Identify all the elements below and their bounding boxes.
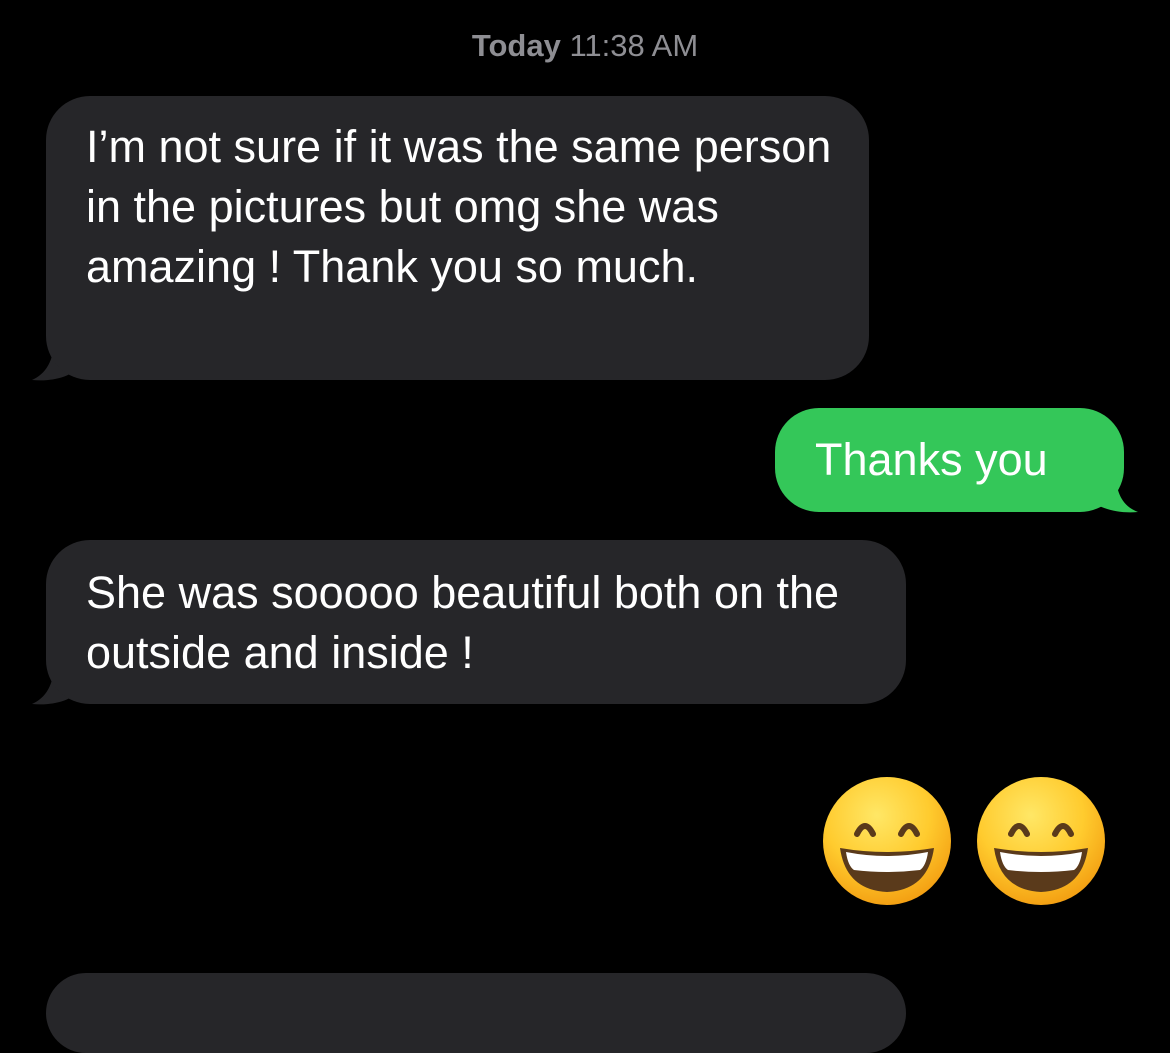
timestamp-time: 11:38 AM	[569, 28, 699, 63]
grinning-face-with-smiling-eyes-icon	[977, 777, 1105, 905]
sent-emoji-message[interactable]	[820, 774, 1120, 914]
message-text: I’m not sure if it was the same person i…	[86, 121, 832, 292]
grinning-face-with-smiling-eyes-icon	[823, 777, 951, 905]
message-text: She was sooooo beautiful both on the out…	[86, 567, 840, 678]
message-text: Thanks you	[815, 434, 1048, 485]
received-message-bubble-partial[interactable]	[46, 973, 906, 1053]
received-message-bubble[interactable]: I’m not sure if it was the same person i…	[46, 96, 869, 380]
received-message-bubble[interactable]: She was sooooo beautiful both on the out…	[46, 540, 906, 704]
timestamp-day: Today	[471, 28, 561, 63]
timestamp: Today 11:38 AM	[0, 28, 1170, 64]
sent-message-bubble[interactable]: Thanks you	[775, 408, 1124, 512]
